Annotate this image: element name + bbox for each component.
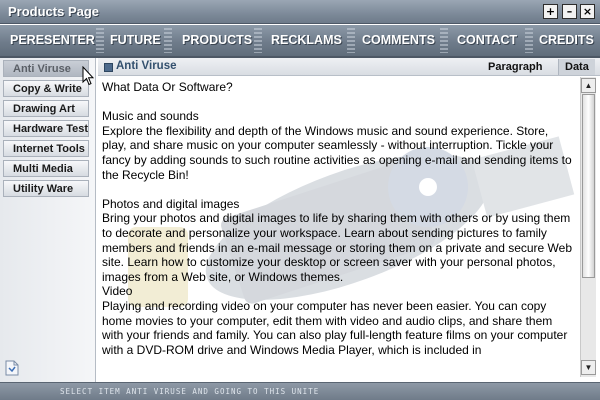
scroll-up-arrow-icon[interactable]: ▲ <box>581 78 596 93</box>
nav-item-contact[interactable]: CONTACT <box>457 25 517 56</box>
nav-separator <box>440 28 448 53</box>
article-text: What Data Or Software? Music and sounds … <box>102 80 576 357</box>
nav-item-comments[interactable]: COMMENTS <box>362 25 435 56</box>
nav-item-products[interactable]: PRODUCTS <box>182 25 252 56</box>
sidebar-item-internet-tools[interactable]: Internet Tools <box>3 140 89 157</box>
block-body-photos: Bring your photos and digital images to … <box>102 211 573 284</box>
tab-paragraph[interactable]: Paragraph <box>482 59 548 75</box>
content-header: Anti Viruse Paragraph Data <box>98 58 600 76</box>
block-body-music: Explore the flexibility and depth of the… <box>102 123 572 182</box>
scroll-down-arrow-icon[interactable]: ▼ <box>581 360 596 375</box>
block-body-video: Playing and recording video on your comp… <box>102 298 568 357</box>
sidebar-item-anti-viruse[interactable]: Anti Viruse <box>3 60 89 77</box>
nav-separator <box>164 28 172 53</box>
minimize-button[interactable]: – <box>562 4 577 19</box>
nav-separator <box>525 28 533 53</box>
article-heading: What Data Or Software? <box>102 80 233 94</box>
nav-separator <box>254 28 262 53</box>
top-nav: PERESENTER FUTURE PRODUCTS RECKLAMS COMM… <box>0 25 600 58</box>
maximize-button[interactable]: + <box>543 4 558 19</box>
status-bar: SELECT ITEM ANTI VIRUSE AND GOING TO THI… <box>0 382 600 400</box>
page-icon[interactable] <box>5 360 19 376</box>
sidebar-item-multi-media[interactable]: Multi Media <box>3 160 89 177</box>
window-title-bar: Products Page + – × <box>0 0 600 24</box>
sidebar: Anti Viruse Copy & Write Drawing Art Har… <box>0 58 96 382</box>
scrollbar-thumb[interactable] <box>582 94 595 278</box>
section-title: Anti Viruse <box>116 60 177 72</box>
nav-separator <box>96 28 104 53</box>
sidebar-item-utility-ware[interactable]: Utility Ware <box>3 180 89 197</box>
block-title-music: Music and sounds <box>102 109 199 124</box>
block-title-video: Video <box>102 284 133 299</box>
block-title-photos: Photos and digital images <box>102 196 240 211</box>
nav-item-credits[interactable]: CREDITS <box>539 25 594 56</box>
tab-data[interactable]: Data <box>558 59 595 75</box>
close-button[interactable]: × <box>580 4 595 19</box>
nav-item-future[interactable]: FUTURE <box>110 25 161 56</box>
nav-separator <box>347 28 355 53</box>
sidebar-item-hardware-test[interactable]: Hardware Test <box>3 120 89 137</box>
nav-item-recklams[interactable]: RECKLAMS <box>271 25 342 56</box>
content-area: What Data Or Software? Music and sounds … <box>98 77 580 377</box>
content-scrollbar[interactable]: ▲ ▼ <box>580 77 596 377</box>
mouse-cursor-icon <box>82 66 94 86</box>
nav-item-peresenter[interactable]: PERESENTER <box>10 25 95 56</box>
sidebar-item-drawing-art[interactable]: Drawing Art <box>3 100 89 117</box>
section-square-icon <box>104 63 113 72</box>
status-text: SELECT ITEM ANTI VIRUSE AND GOING TO THI… <box>60 387 320 396</box>
window-title: Products Page <box>8 4 100 19</box>
sidebar-item-copy-write[interactable]: Copy & Write <box>3 80 89 97</box>
